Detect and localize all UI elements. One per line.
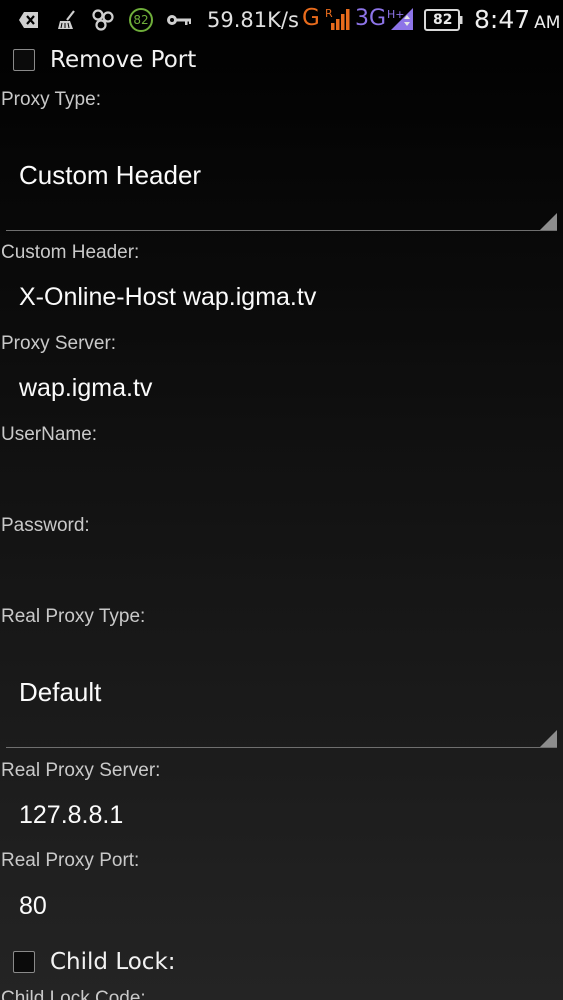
real-proxy-port-field[interactable]: 80 <box>19 892 47 921</box>
status-bar: 82 59.81K/s G R 3G H+ 82 8:47 AM <box>0 0 563 40</box>
battery-saver-icon: 82 <box>128 8 154 32</box>
signal-3g-label: 3G <box>355 6 387 31</box>
remove-port-row[interactable]: Remove Port <box>0 40 196 80</box>
proxy-type-label: Proxy Type: <box>1 89 101 110</box>
cleaner-broom-icon <box>56 8 78 32</box>
back-arrow-icon <box>18 8 40 32</box>
net-speed: 59.81K/s <box>207 8 299 32</box>
remove-port-checkbox[interactable] <box>13 49 35 71</box>
real-proxy-port-label: Real Proxy Port: <box>1 850 140 871</box>
proxy-type-value: Custom Header <box>19 160 202 190</box>
real-proxy-server-label: Real Proxy Server: <box>1 760 161 781</box>
dropdown-arrow-icon <box>540 730 557 747</box>
proxy-type-spinner[interactable]: Custom Header <box>6 160 557 231</box>
real-proxy-type-value: Default <box>19 677 102 707</box>
remove-port-label: Remove Port <box>50 47 197 73</box>
real-proxy-type-label: Real Proxy Type: <box>1 606 146 627</box>
child-lock-checkbox[interactable] <box>13 951 35 973</box>
signal-bars-icon <box>330 7 352 31</box>
child-lock-row[interactable]: Child Lock: <box>0 942 176 982</box>
real-proxy-type-spinner[interactable]: Default <box>6 677 557 748</box>
child-lock-label: Child Lock: <box>50 949 176 975</box>
proxy-server-label: Proxy Server: <box>1 333 117 354</box>
username-label: UserName: <box>1 424 98 445</box>
signal-g-label: G <box>302 5 320 31</box>
battery-icon: 82 <box>424 8 464 32</box>
proxy-server-field[interactable]: wap.igma.tv <box>19 374 152 403</box>
real-proxy-server-field[interactable]: 127.8.8.1 <box>19 801 123 830</box>
username-field[interactable] <box>6 460 557 500</box>
child-lock-code-label: Child Lock Code: <box>1 988 146 1000</box>
vpn-key-icon <box>166 8 192 32</box>
password-label: Password: <box>1 515 90 536</box>
custom-header-label: Custom Header: <box>1 242 140 263</box>
custom-header-field[interactable]: X-Online-Host wap.igma.tv <box>19 283 316 312</box>
usb-icon <box>91 8 115 32</box>
clock: 8:47 AM <box>474 5 561 34</box>
data-arrows-icon <box>390 7 414 31</box>
dropdown-arrow-icon <box>540 213 557 230</box>
password-field[interactable] <box>6 551 557 591</box>
